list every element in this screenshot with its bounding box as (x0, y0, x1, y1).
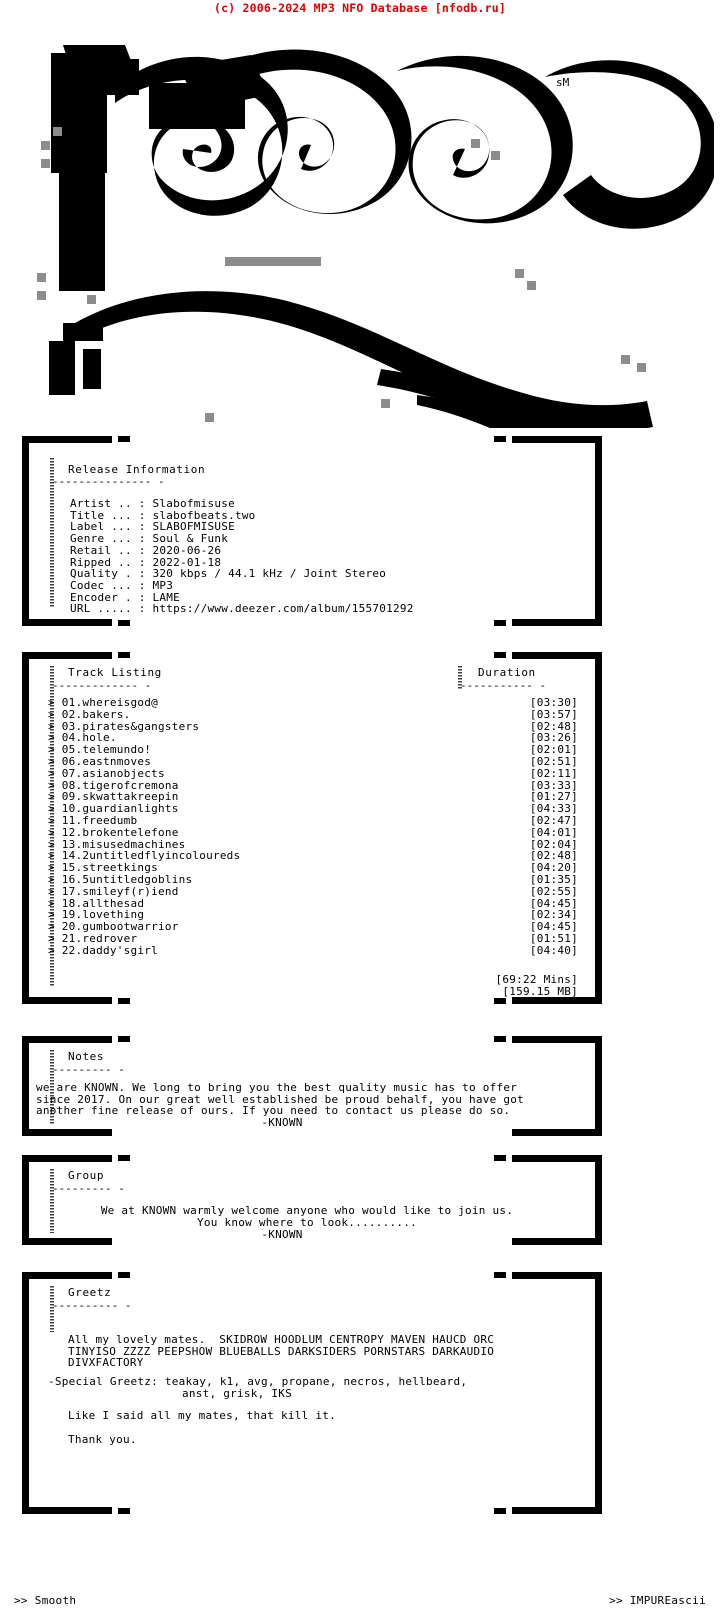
frame-tick (118, 436, 130, 442)
frame-tick (494, 1155, 506, 1161)
frame-tick (118, 1508, 130, 1514)
group-title: Group (68, 1169, 105, 1182)
group-body: We at KNOWN warmly welcome anyone who wo… (100, 1204, 514, 1229)
frame-bottom-right (512, 1507, 602, 1514)
release-information-section: Release Information --------------- - Ar… (22, 436, 602, 626)
frame-left-edge (22, 1278, 29, 1508)
group-section: Group --------- - We at KNOWN warmly wel… (22, 1155, 602, 1245)
greetz-list: All my lovely mates. SKIDROW HOODLUM CEN… (68, 1333, 495, 1370)
greetz-rule: ---------- - (52, 1299, 132, 1312)
frame-tick (118, 1155, 130, 1161)
frame-tick (494, 998, 506, 1004)
ascii-logo-art (6, 16, 714, 428)
frame-bottom-right (512, 1129, 602, 1136)
frame-bottom-left (22, 997, 112, 1004)
duration-column-title: Duration (478, 666, 536, 679)
frame-tick (494, 1036, 506, 1042)
footer-left-credit: >> Smooth (14, 1594, 77, 1607)
frame-top-left (22, 1155, 112, 1162)
frame-tick (494, 1508, 506, 1514)
frame-right-edge (595, 442, 602, 620)
frame-top-right (512, 1036, 602, 1043)
known-logo-svg (37, 45, 714, 428)
notes-title: Notes (68, 1050, 105, 1063)
group-signoff: -KNOWN (261, 1228, 303, 1241)
frame-bottom-right (512, 619, 602, 626)
frame-bottom-left (22, 1129, 112, 1136)
notes-section: Notes --------- - we are KNOWN. We long … (22, 1036, 602, 1136)
greetz-special-label: -Special Greetz: teakay, k1, avg, propan… (48, 1375, 468, 1388)
greetz-closing: Like I said all my mates, that kill it. (68, 1409, 337, 1422)
frame-tick (118, 998, 130, 1004)
frame-tick (494, 652, 506, 658)
frame-tick (118, 620, 130, 626)
greetz-section: Greetz ---------- - All my lovely mates.… (22, 1272, 602, 1514)
frame-top-left (22, 436, 112, 443)
frame-tick (494, 436, 506, 442)
footer-right-credit: >> IMPUREascii (609, 1594, 706, 1607)
greetz-thanks: Thank you. (68, 1433, 137, 1446)
total-filesize: [159.15 MB] (502, 985, 578, 998)
frame-top-right (512, 1272, 602, 1279)
frame-right-edge (595, 1278, 602, 1508)
frame-right-edge (595, 1042, 602, 1130)
frame-left-edge (22, 442, 29, 620)
footer-bar: >> Smooth >> IMPUREascii (0, 1594, 720, 1610)
release-information-rule: --------------- - (52, 475, 165, 488)
greetz-special-line2: anst, grisk, IKS (182, 1387, 292, 1400)
frame-top-right (512, 652, 602, 659)
frame-left-edge (22, 658, 29, 998)
notes-signoff: -KNOWN (261, 1116, 303, 1129)
frame-bottom-left (22, 1507, 112, 1514)
track-listing-section: Track Listing ------------- - Duration -… (22, 652, 602, 1004)
frame-tick (118, 652, 130, 658)
release-information-fields: Artist .. : Slabofmisuse Title ... : sla… (70, 497, 414, 616)
frame-right-edge (595, 658, 602, 998)
track-duration-column: [03:30] [03:57] [02:48] [03:26] [02:01] … (529, 696, 578, 957)
notes-rule: --------- - (52, 1063, 125, 1076)
nfodb-copyright-header: (c) 2006-2024 MP3 NFO Database [nfodb.ru… (213, 1, 507, 15)
greetz-title: Greetz (68, 1286, 112, 1299)
frame-top-right (512, 436, 602, 443)
notes-body: we are KNOWN. We long to bring you the b… (36, 1081, 524, 1118)
frame-bottom-left (22, 619, 112, 626)
frame-tick (118, 1036, 130, 1042)
track-name-column: > 01.whereisgod@ > 02.bakers. > 03.pirat… (48, 696, 241, 957)
artist-signature: sM (556, 76, 570, 89)
frame-right-edge (595, 1161, 602, 1239)
group-rule: --------- - (52, 1182, 125, 1195)
frame-top-left (22, 1036, 112, 1043)
nfo-page: (c) 2006-2024 MP3 NFO Database [nfodb.ru… (0, 0, 720, 1620)
track-listing-title: Track Listing (68, 666, 162, 679)
frame-left-edge (22, 1161, 29, 1239)
frame-tick (494, 1272, 506, 1278)
frame-top-left (22, 1272, 112, 1279)
track-listing-rule: ------------- - (52, 679, 152, 692)
frame-top-left (22, 652, 112, 659)
frame-bottom-right (512, 997, 602, 1004)
frame-tick (118, 1272, 130, 1278)
frame-top-right (512, 1155, 602, 1162)
duration-column-rule: ----------- - (460, 679, 547, 692)
frame-tick (494, 620, 506, 626)
